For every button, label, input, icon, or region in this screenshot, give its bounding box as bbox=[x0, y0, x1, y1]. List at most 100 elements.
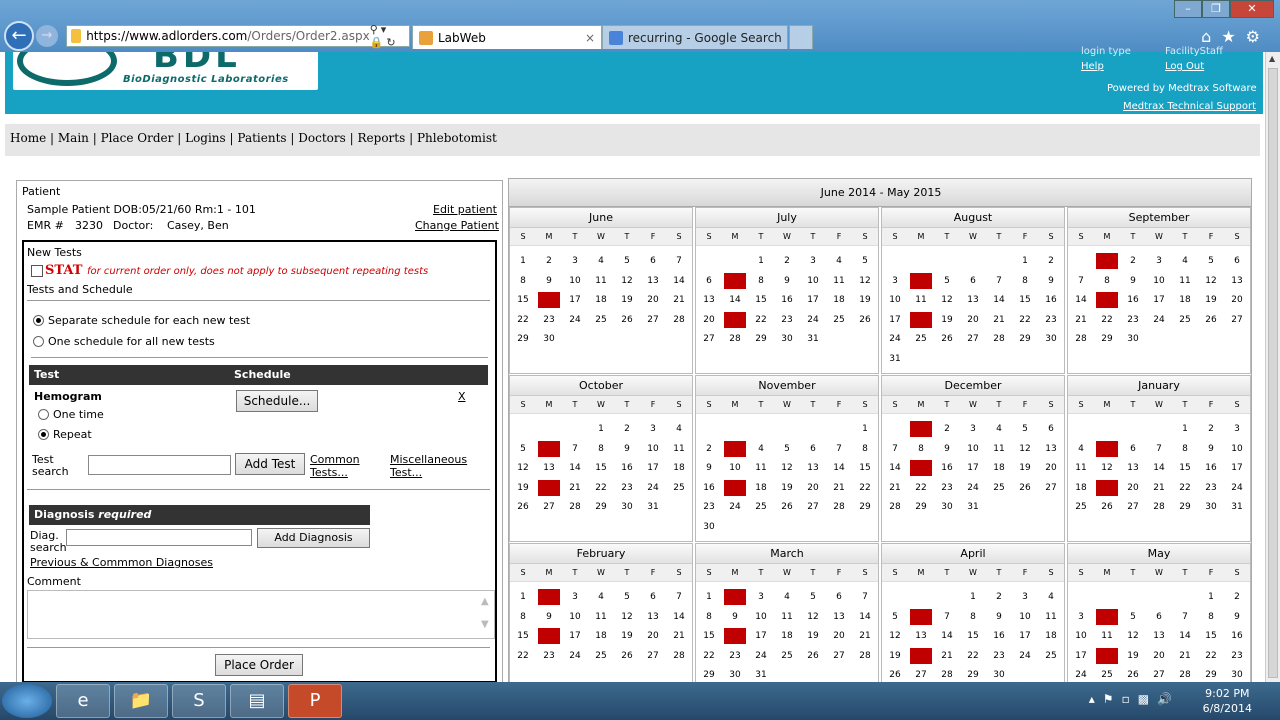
nav-doctors[interactable]: Doctors bbox=[298, 131, 346, 145]
day-cell[interactable]: 16 bbox=[1038, 291, 1064, 311]
scheduled-day-cell[interactable]: 6 bbox=[908, 608, 934, 628]
day-cell[interactable]: 5 bbox=[852, 252, 878, 272]
day-cell[interactable]: 25 bbox=[1172, 311, 1198, 331]
day-cell[interactable]: 11 bbox=[1038, 608, 1064, 628]
day-cell[interactable]: 11 bbox=[588, 272, 614, 292]
nav-home[interactable]: Home bbox=[10, 131, 46, 145]
scheduled-day-cell[interactable]: 1 bbox=[1094, 252, 1120, 272]
nav-phlebotomist[interactable]: Phlebotomist bbox=[417, 131, 497, 145]
day-cell[interactable]: 23 bbox=[696, 498, 722, 518]
day-cell[interactable]: 13 bbox=[908, 627, 934, 647]
scheduled-day-cell[interactable]: 4 bbox=[908, 272, 934, 292]
scheduled-day-cell[interactable]: 16 bbox=[536, 627, 562, 647]
scheduled-day-cell[interactable]: 20 bbox=[908, 647, 934, 667]
day-cell[interactable]: 5 bbox=[1012, 420, 1038, 440]
scheduled-day-cell[interactable]: 16 bbox=[536, 291, 562, 311]
day-cell[interactable]: 13 bbox=[1224, 272, 1250, 292]
scheduled-day-cell[interactable]: 17 bbox=[722, 479, 748, 499]
day-cell[interactable]: 9 bbox=[696, 459, 722, 479]
scheduled-day-cell[interactable]: 3 bbox=[722, 440, 748, 460]
day-cell[interactable]: 2 bbox=[986, 588, 1012, 608]
day-cell[interactable]: 26 bbox=[1094, 498, 1120, 518]
day-cell[interactable]: 14 bbox=[1172, 627, 1198, 647]
day-cell[interactable]: 6 bbox=[1120, 440, 1146, 460]
day-cell[interactable]: 15 bbox=[1012, 291, 1038, 311]
signal-icon[interactable]: ▩ bbox=[1138, 692, 1157, 706]
scheduled-day-cell[interactable]: 1 bbox=[908, 420, 934, 440]
day-cell[interactable]: 12 bbox=[510, 459, 536, 479]
day-cell[interactable]: 5 bbox=[1120, 608, 1146, 628]
day-cell[interactable]: 21 bbox=[826, 479, 852, 499]
day-cell[interactable]: 28 bbox=[882, 498, 908, 518]
day-cell[interactable]: 1 bbox=[510, 588, 536, 608]
day-cell[interactable]: 12 bbox=[852, 272, 878, 292]
day-cell[interactable]: 9 bbox=[614, 440, 640, 460]
day-cell[interactable]: 1 bbox=[588, 420, 614, 440]
day-cell[interactable]: 7 bbox=[666, 588, 692, 608]
scroll-up-icon[interactable]: ▲ bbox=[1269, 54, 1275, 63]
close-tab-icon[interactable]: × bbox=[585, 31, 601, 45]
day-cell[interactable]: 10 bbox=[562, 272, 588, 292]
day-cell[interactable]: 23 bbox=[986, 647, 1012, 667]
day-cell[interactable]: 9 bbox=[1198, 440, 1224, 460]
day-cell[interactable]: 22 bbox=[588, 479, 614, 499]
day-cell[interactable]: 27 bbox=[826, 647, 852, 667]
day-cell[interactable]: 3 bbox=[882, 272, 908, 292]
day-cell[interactable]: 1 bbox=[852, 420, 878, 440]
nav-place-order[interactable]: Place Order bbox=[101, 131, 174, 145]
day-cell[interactable]: 29 bbox=[1012, 330, 1038, 350]
day-cell[interactable]: 31 bbox=[882, 350, 908, 370]
day-cell[interactable]: 19 bbox=[614, 291, 640, 311]
diagnosis-search-input[interactable] bbox=[66, 529, 252, 546]
day-cell[interactable]: 6 bbox=[826, 588, 852, 608]
day-cell[interactable]: 10 bbox=[1068, 627, 1094, 647]
day-cell[interactable]: 8 bbox=[510, 272, 536, 292]
day-cell[interactable]: 21 bbox=[882, 479, 908, 499]
day-cell[interactable]: 21 bbox=[666, 291, 692, 311]
day-cell[interactable]: 17 bbox=[640, 459, 666, 479]
notes-app-icon[interactable]: ▤ bbox=[230, 684, 284, 718]
scheduled-day-cell[interactable]: 18 bbox=[1094, 647, 1120, 667]
day-cell[interactable]: 14 bbox=[1068, 291, 1094, 311]
day-cell[interactable]: 8 bbox=[696, 608, 722, 628]
day-cell[interactable]: 29 bbox=[510, 330, 536, 350]
day-cell[interactable]: 18 bbox=[1172, 291, 1198, 311]
day-cell[interactable]: 25 bbox=[748, 498, 774, 518]
day-cell[interactable]: 7 bbox=[666, 252, 692, 272]
previous-diagnoses-link[interactable]: Previous & Commmon Diagnoses bbox=[30, 556, 213, 569]
day-cell[interactable]: 18 bbox=[826, 291, 852, 311]
day-cell[interactable]: 10 bbox=[800, 272, 826, 292]
logout-link[interactable]: Log Out bbox=[1165, 61, 1204, 72]
day-cell[interactable]: 14 bbox=[934, 627, 960, 647]
day-cell[interactable]: 18 bbox=[1068, 479, 1094, 499]
day-cell[interactable]: 18 bbox=[748, 479, 774, 499]
day-cell[interactable]: 27 bbox=[960, 330, 986, 350]
day-cell[interactable]: 12 bbox=[1012, 440, 1038, 460]
day-cell[interactable]: 29 bbox=[1172, 498, 1198, 518]
day-cell[interactable]: 25 bbox=[666, 479, 692, 499]
day-cell[interactable]: 8 bbox=[852, 440, 878, 460]
day-cell[interactable]: 15 bbox=[510, 627, 536, 647]
day-cell[interactable]: 1 bbox=[960, 588, 986, 608]
day-cell[interactable]: 22 bbox=[960, 647, 986, 667]
scheduled-day-cell[interactable]: 20 bbox=[536, 479, 562, 499]
day-cell[interactable]: 29 bbox=[748, 330, 774, 350]
textarea-scroll-up-icon[interactable]: ▲ bbox=[481, 596, 489, 607]
day-cell[interactable]: 21 bbox=[1146, 479, 1172, 499]
day-cell[interactable]: 7 bbox=[1068, 272, 1094, 292]
remove-test-link[interactable]: X bbox=[458, 390, 466, 403]
file-explorer-icon[interactable]: 📁 bbox=[114, 684, 168, 718]
day-cell[interactable]: 6 bbox=[640, 252, 666, 272]
system-clock[interactable]: 9:02 PM 6/8/2014 bbox=[1203, 686, 1252, 716]
day-cell[interactable]: 29 bbox=[1094, 330, 1120, 350]
day-cell[interactable]: 2 bbox=[774, 252, 800, 272]
day-cell[interactable]: 24 bbox=[562, 647, 588, 667]
day-cell[interactable]: 20 bbox=[1120, 479, 1146, 499]
day-cell[interactable]: 16 bbox=[934, 459, 960, 479]
day-cell[interactable]: 27 bbox=[536, 498, 562, 518]
skype-icon[interactable]: S bbox=[172, 684, 226, 718]
day-cell[interactable]: 13 bbox=[640, 608, 666, 628]
day-cell[interactable]: 15 bbox=[852, 459, 878, 479]
day-cell[interactable]: 16 bbox=[1120, 291, 1146, 311]
day-cell[interactable]: 27 bbox=[640, 311, 666, 331]
